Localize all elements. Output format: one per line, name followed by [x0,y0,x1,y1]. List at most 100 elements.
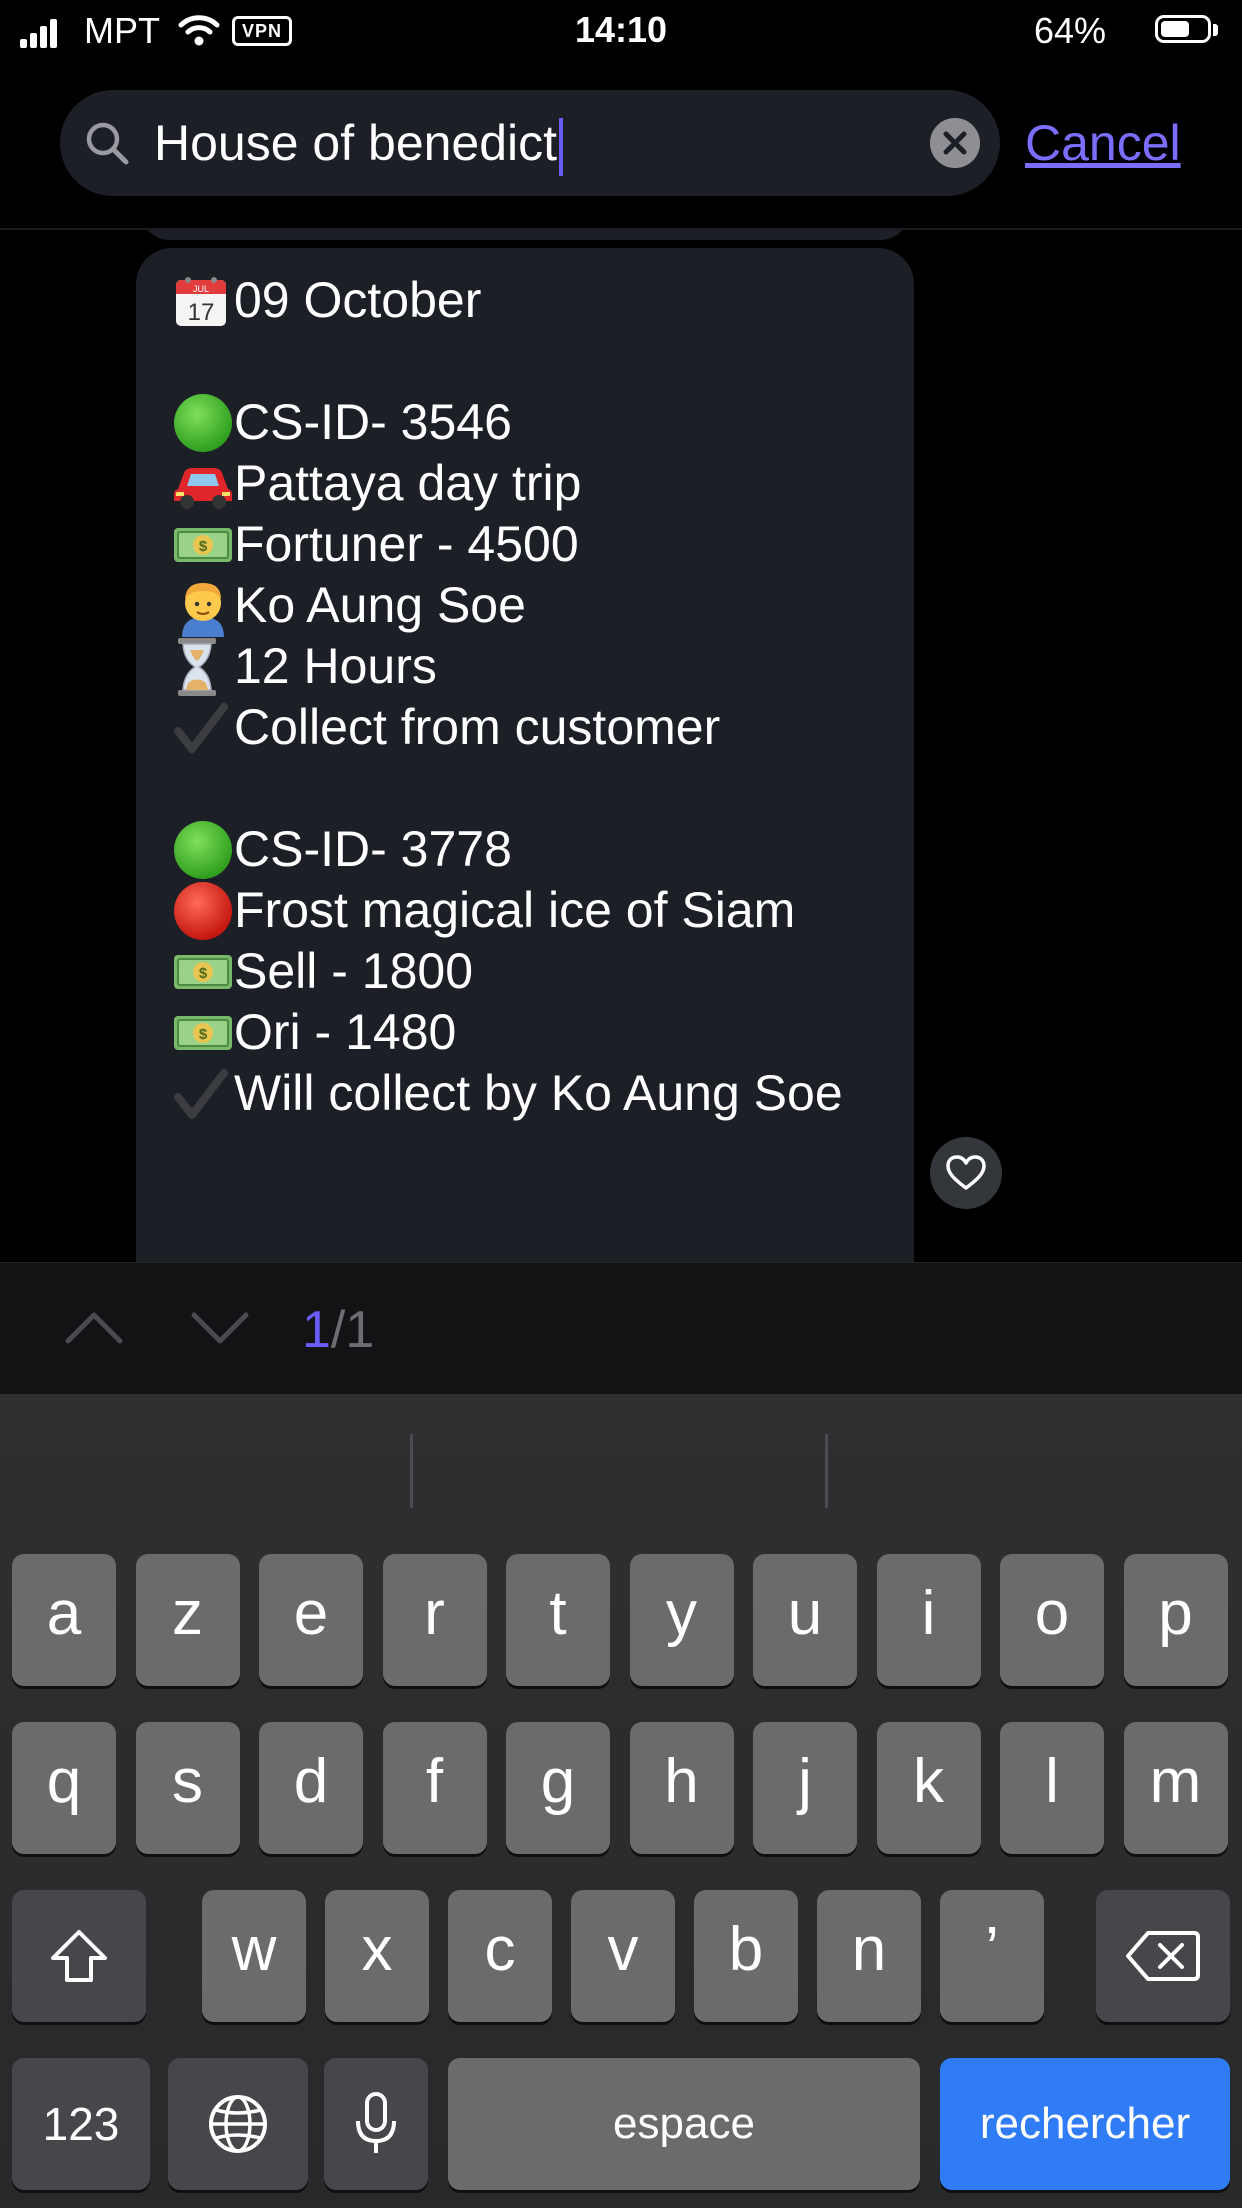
search-bar[interactable]: House of benedict [60,90,1000,196]
next-result-button[interactable] [190,1303,250,1353]
green-circle-icon [172,392,234,453]
message-line-text: 12 Hours [234,638,437,694]
key-label: b [728,1915,764,1984]
key-label: y [666,1579,697,1648]
search-key[interactable]: rechercher [940,2058,1230,2190]
message-line-text: Will collect by Ko Aung Soe [234,1065,843,1121]
status-bar: MPT VPN 14:10 64% [0,0,1242,64]
message-line-text: 09 October [234,272,482,328]
key-c[interactable]: c [448,1890,552,2022]
key-x[interactable]: x [325,1890,429,2022]
space-key[interactable]: espace [448,2058,920,2190]
key-m[interactable]: m [1123,1722,1228,1854]
key-i[interactable]: i [876,1554,981,1686]
key-label: n [851,1915,887,1984]
key-label: z [172,1579,203,1648]
check-icon [172,1063,234,1124]
money-icon: $ [172,1002,234,1063]
shift-key[interactable] [12,1890,146,2022]
money-icon: $ [172,514,234,575]
key-label: x [361,1915,393,1984]
key-v[interactable]: v [571,1890,675,2022]
suggestion-divider [825,1434,828,1508]
numbers-key[interactable]: 123 [12,2058,150,2190]
key-label: rechercher [979,2099,1191,2148]
money-icon: $ [172,941,234,1002]
svg-text:$: $ [199,965,208,982]
key-label: o [1034,1579,1070,1648]
key-label: ’ [985,1915,999,1984]
search-result-navigator: 1/1 [0,1262,1242,1395]
key-label: 123 [42,2098,120,2150]
key-label: h [664,1747,699,1816]
message-line: Collect from customer [172,697,892,758]
key-u[interactable]: u [753,1554,857,1686]
like-button[interactable] [930,1137,1002,1209]
svg-text:JUL: JUL [193,284,209,294]
message-text: JUL 17 09 October CS-ID- 3546 Pattaya day tr… [172,270,892,1124]
key-h[interactable]: h [629,1722,734,1854]
message-line-text: Sell - 1800 [234,943,474,999]
backspace-key[interactable] [1096,1890,1230,2022]
message-line: CS-ID- 3546 [172,392,892,453]
key-label: c [484,1915,516,1984]
key-label: d [293,1747,329,1816]
message-line-text: Ori - 1480 [234,1004,457,1060]
key-p[interactable]: p [1123,1554,1228,1686]
message-line: $ Sell - 1800 [172,941,892,1002]
car-icon [172,453,234,514]
microphone-icon [356,2092,396,2153]
key-g[interactable]: g [506,1722,610,1854]
message-line-text: Ko Aung Soe [234,577,526,633]
message-line: Pattaya day trip [172,453,892,514]
key-q[interactable]: q [12,1722,116,1854]
key-a[interactable]: a [12,1554,116,1686]
message-line-text: CS-ID- 3546 [234,394,512,450]
key-label: p [1158,1579,1193,1648]
key-y[interactable]: y [629,1554,734,1686]
key-l[interactable]: l [1000,1722,1104,1854]
message-line: Ko Aung Soe [172,575,892,637]
red-circle-icon [172,880,234,941]
globe-key[interactable] [168,2058,308,2190]
key-label: m [1149,1747,1202,1816]
key-label: a [46,1579,82,1648]
key-b[interactable]: b [694,1890,798,2022]
key-e[interactable]: e [259,1554,363,1686]
message-line-text: Frost magical ice of Siam [234,882,796,938]
chat-area[interactable]: JUL 17 09 October CS-ID- 3546 Pattaya day tr… [0,230,1242,1262]
key-s[interactable]: s [135,1722,240,1854]
cancel-button[interactable]: Cancel [1025,113,1181,173]
svg-text:$: $ [199,1026,208,1043]
backspace-icon [1126,1931,1200,1981]
key-d[interactable]: d [259,1722,363,1854]
key-z[interactable]: z [135,1554,240,1686]
check-icon [172,697,234,758]
key-n[interactable]: n [817,1890,921,2022]
key-k[interactable]: k [876,1722,981,1854]
keyboard: a z e r t y u i o p q s d f g h j k l m w x c v b n ’ 123 espace rech… [0,1394,1242,2208]
key-label: i [921,1579,936,1648]
clear-search-button[interactable] [930,118,980,168]
previous-result-button[interactable] [64,1303,124,1353]
search-input[interactable]: House of benedict [154,113,564,176]
key-o[interactable]: o [1000,1554,1104,1686]
dictation-key[interactable] [324,2058,428,2190]
key-label: u [787,1579,823,1648]
previous-message-bubble[interactable] [140,230,910,240]
key-t[interactable]: t [506,1554,610,1686]
message-bubble[interactable]: JUL 17 09 October CS-ID- 3546 Pattaya day tr… [136,248,914,1262]
suggestion-divider [410,1434,413,1508]
key-label: r [424,1579,445,1648]
svg-text:17: 17 [188,299,215,326]
globe-icon [209,2095,267,2153]
key-r[interactable]: r [382,1554,487,1686]
key-label: g [540,1747,576,1816]
key-w[interactable]: w [202,1890,306,2022]
key-label: v [607,1915,639,1984]
key-j[interactable]: j [753,1722,857,1854]
key-f[interactable]: f [382,1722,487,1854]
hourglass-icon [172,636,234,697]
key-apostrophe[interactable]: ’ [940,1890,1044,2022]
